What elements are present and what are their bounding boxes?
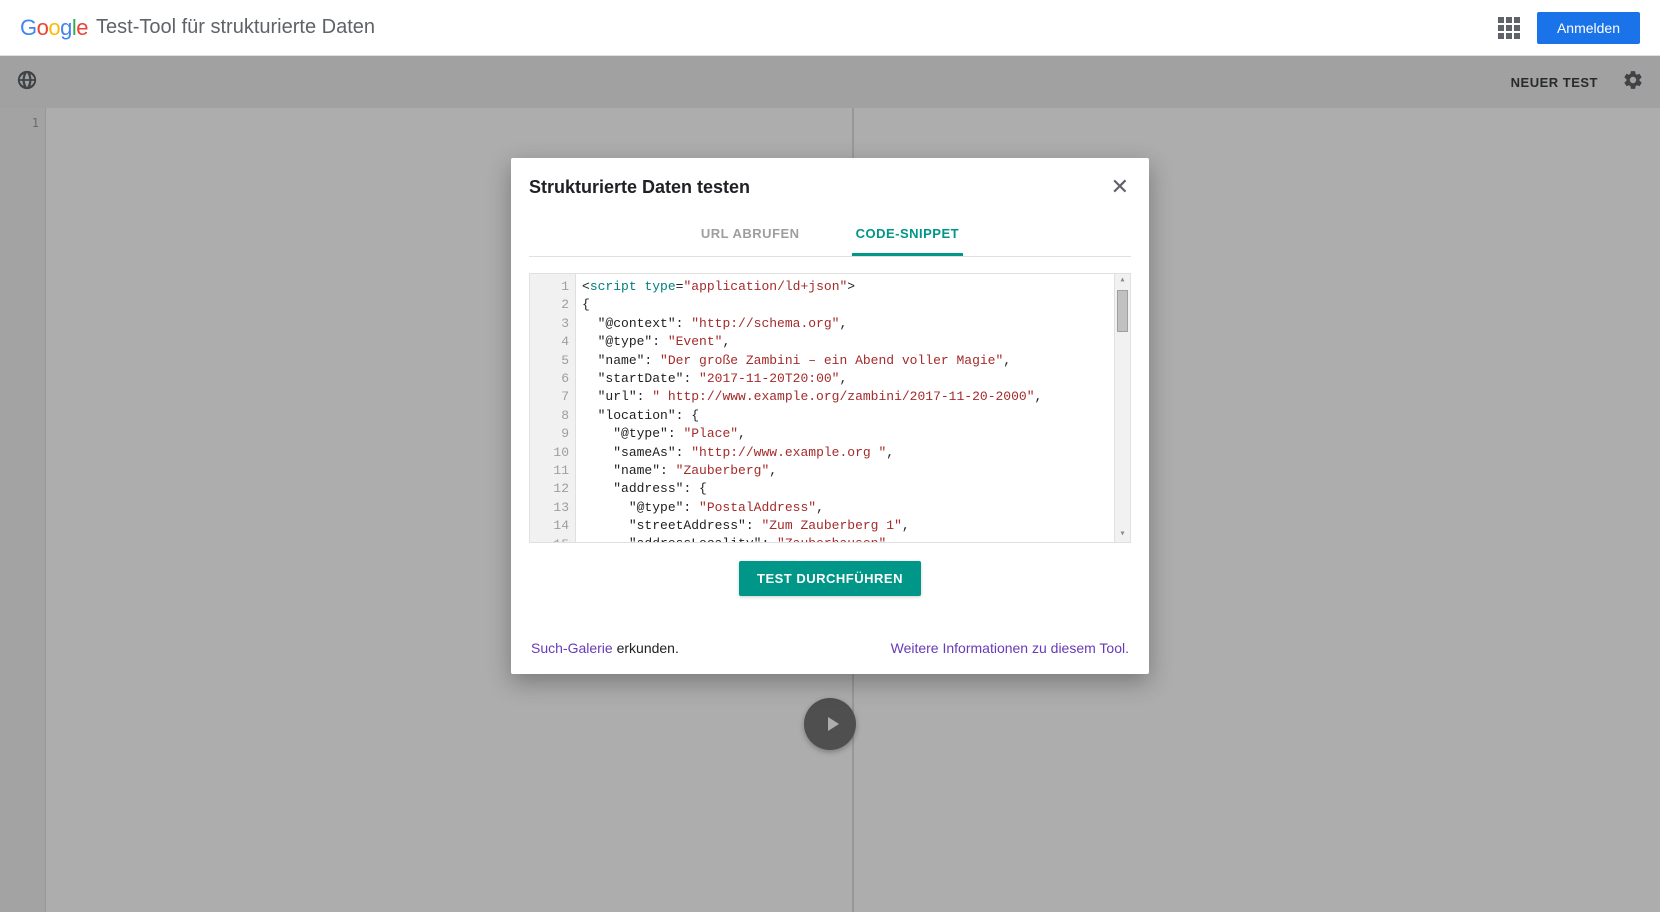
test-dialog: Strukturierte Daten testen ✕ URL ABRUFEN…: [511, 158, 1149, 674]
run-row: TEST DURCHFÜHREN: [511, 543, 1149, 608]
line-number: 4: [530, 333, 569, 351]
close-icon[interactable]: ✕: [1111, 176, 1129, 198]
line-number: 15: [530, 536, 569, 543]
header-left: Google Test-Tool für strukturierte Daten: [20, 15, 375, 41]
header-right: Anmelden: [1497, 12, 1640, 44]
code-line[interactable]: "startDate": "2017-11-20T20:00",: [582, 370, 1108, 388]
line-number: 12: [530, 480, 569, 498]
tab-code-snippet[interactable]: CODE-SNIPPET: [852, 214, 964, 256]
line-number: 11: [530, 462, 569, 480]
code-line[interactable]: "name": "Zauberberg",: [582, 462, 1108, 480]
app-header: Google Test-Tool für strukturierte Daten…: [0, 0, 1660, 56]
line-number: 14: [530, 517, 569, 535]
footer-left: Such-Galerie erkunden.: [531, 640, 679, 656]
code-line[interactable]: "addressLocality": "Zauberhausen",: [582, 535, 1108, 542]
logo-letter: o: [48, 15, 60, 41]
line-number: 8: [530, 407, 569, 425]
logo-letter: e: [76, 15, 88, 41]
code-line[interactable]: "sameAs": "http://www.example.org ",: [582, 444, 1108, 462]
code-line[interactable]: "name": "Der große Zambini – ein Abend v…: [582, 352, 1108, 370]
scroll-down-icon[interactable]: ▾: [1115, 528, 1130, 542]
code-scrollbar[interactable]: ▴ ▾: [1114, 274, 1130, 542]
line-number: 10: [530, 444, 569, 462]
code-gutter: 12345678910111213141516: [530, 274, 576, 542]
code-line[interactable]: "streetAddress": "Zum Zauberberg 1",: [582, 517, 1108, 535]
tab-fetch-url[interactable]: URL ABRUFEN: [697, 214, 804, 256]
line-number: 3: [530, 315, 569, 333]
logo-letter: g: [60, 15, 72, 41]
code-lines[interactable]: <script type="application/ld+json">{ "@c…: [576, 274, 1114, 542]
code-line[interactable]: "@type": "PostalAddress",: [582, 499, 1108, 517]
code-line[interactable]: "@context": "http://schema.org",: [582, 315, 1108, 333]
code-line[interactable]: "url": " http://www.example.org/zambini/…: [582, 388, 1108, 406]
code-line[interactable]: "location": {: [582, 407, 1108, 425]
signin-button[interactable]: Anmelden: [1537, 12, 1640, 44]
dialog-header: Strukturierte Daten testen ✕: [511, 158, 1149, 206]
dialog-tabs: URL ABRUFEN CODE-SNIPPET: [529, 214, 1131, 257]
line-number: 2: [530, 296, 569, 314]
line-number: 5: [530, 352, 569, 370]
page-title: Test-Tool für strukturierte Daten: [96, 16, 375, 39]
line-number: 9: [530, 425, 569, 443]
dialog-footer: Such-Galerie erkunden. Weitere Informati…: [511, 608, 1149, 674]
line-number: 13: [530, 499, 569, 517]
code-line[interactable]: "@type": "Event",: [582, 333, 1108, 351]
line-number: 7: [530, 388, 569, 406]
scroll-up-icon[interactable]: ▴: [1115, 274, 1130, 288]
code-line[interactable]: "address": {: [582, 480, 1108, 498]
search-gallery-link[interactable]: Such-Galerie: [531, 640, 613, 656]
google-logo[interactable]: Google: [20, 15, 88, 41]
dialog-title: Strukturierte Daten testen: [529, 177, 750, 198]
logo-letter: G: [20, 15, 37, 41]
run-test-button[interactable]: TEST DURCHFÜHREN: [739, 561, 921, 596]
code-editor[interactable]: 12345678910111213141516 <script type="ap…: [529, 273, 1131, 543]
more-info-link[interactable]: Weitere Informationen zu diesem Tool.: [891, 640, 1129, 656]
line-number: 6: [530, 370, 569, 388]
logo-letter: o: [37, 15, 49, 41]
code-line[interactable]: <script type="application/ld+json">: [582, 278, 1108, 296]
footer-left-text: erkunden.: [613, 640, 679, 656]
scroll-thumb[interactable]: [1117, 290, 1128, 332]
code-line[interactable]: "@type": "Place",: [582, 425, 1108, 443]
code-line[interactable]: {: [582, 296, 1108, 314]
line-number: 1: [530, 278, 569, 296]
apps-icon[interactable]: [1497, 16, 1521, 40]
